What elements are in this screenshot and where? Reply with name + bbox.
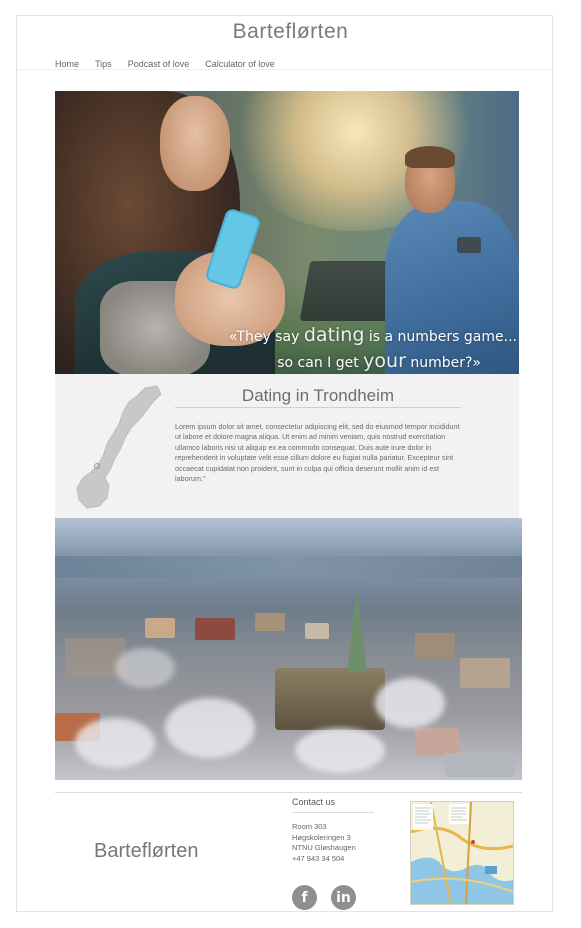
nav-divider — [16, 69, 553, 70]
nav-item-home[interactable]: Home — [55, 59, 79, 69]
intro-section: Dating in Trondheim Lorem ipsum dolor si… — [55, 374, 519, 518]
address-line: Room 303 — [292, 822, 327, 831]
phone-number: +47 943 34 504 — [292, 853, 345, 863]
nav-item-calculator[interactable]: Calculator of love — [205, 59, 275, 69]
intro-body-text: Lorem ipsum dolor sit amet, consectetur … — [175, 422, 460, 484]
contact-divider — [292, 812, 374, 813]
contact-address: Room 303 Høgskoleringen 3 NTNU Gløshauge… — [292, 822, 356, 864]
hero-quote: «They say dating is a numbers game... so… — [228, 324, 517, 372]
map-graphic — [411, 802, 513, 904]
linkedin-icon[interactable]: in — [331, 885, 356, 910]
main-nav: Home Tips Podcast of love Calculator of … — [55, 59, 291, 69]
intro-divider — [175, 407, 461, 408]
address-line: NTNU Gløshaugen — [292, 843, 356, 852]
facebook-icon[interactable]: f — [292, 885, 317, 910]
footer-divider — [55, 792, 522, 793]
norway-map-icon — [76, 385, 162, 509]
nidaros-cathedral — [275, 668, 385, 730]
city-map[interactable] — [410, 801, 514, 905]
address-line: Høgskoleringen 3 — [292, 832, 351, 842]
nav-item-tips[interactable]: Tips — [95, 59, 112, 69]
nav-item-podcast[interactable]: Podcast of love — [128, 59, 190, 69]
contact-title: Contact us — [292, 797, 336, 807]
hero-image: «They say dating is a numbers game... so… — [55, 91, 519, 374]
intro-title: Dating in Trondheim — [241, 386, 395, 405]
trondheim-city-image — [55, 518, 522, 780]
footer-brand[interactable]: Barteflørten — [94, 840, 198, 863]
site-title[interactable]: Barteflørten — [0, 20, 581, 44]
